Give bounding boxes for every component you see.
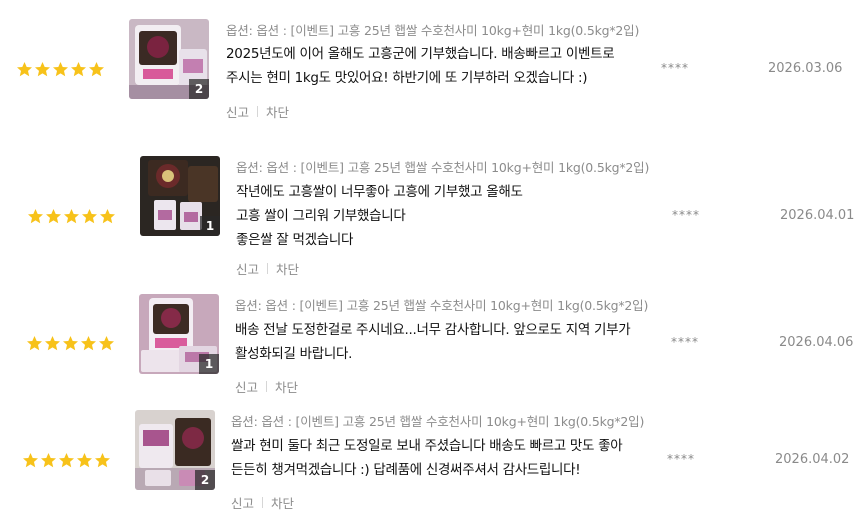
review-photo-thumbnail[interactable]: 1 (140, 156, 220, 236)
review-photo-thumbnail[interactable]: 1 (139, 294, 219, 374)
star-icon (35, 62, 50, 77)
review-photo-thumbnail[interactable]: 2 (135, 410, 215, 490)
photo-count-badge: 2 (195, 470, 215, 490)
block-button[interactable]: 차단 (276, 259, 299, 278)
star-icon (27, 336, 42, 351)
star-icon (41, 453, 56, 468)
star-icon (64, 209, 79, 224)
report-button[interactable]: 신고 (231, 493, 254, 512)
review-line: 활성화되길 바랍니다. (235, 346, 353, 362)
review-text: 2025년도에 이어 올해도 고흥군에 기부했습니다. 배송빠르고 이벤트로 주… (226, 42, 615, 90)
divider (266, 381, 268, 392)
review-option: 옵션: 옵션 : [이벤트] 고흥 25년 햅쌀 수호천사미 10kg+현미 1… (236, 160, 650, 175)
review-text: 배송 전날 도정한걸로 주시네요...너무 감사합니다. 앞으로도 지역 기부가… (235, 318, 631, 366)
review-line: 배송 전날 도정한걸로 주시네요...너무 감사합니다. 앞으로도 지역 기부가 (235, 322, 631, 338)
review-text: 쌀과 현미 둘다 최근 도정일로 보내 주셨습니다 배송도 빠르고 맛도 좋아 … (231, 434, 623, 482)
review-actions: 신고 차단 (231, 493, 294, 512)
review-date: 2026.04.02 (775, 452, 850, 467)
divider (262, 497, 264, 508)
reviewer-id: **** (671, 335, 699, 349)
star-icon (100, 209, 115, 224)
star-icon (81, 336, 96, 351)
review-option: 옵션: 옵션 : [이벤트] 고흥 25년 햅쌀 수호천사미 10kg+현미 1… (231, 414, 645, 429)
star-icon (82, 209, 97, 224)
review-line: 주시는 현미 1kg도 맛있어요! 하반기에 또 기부하러 오겠습니다 :) (226, 70, 588, 86)
report-button[interactable]: 신고 (235, 377, 258, 396)
report-button[interactable]: 신고 (236, 259, 259, 278)
reviewer-id: **** (667, 452, 695, 466)
review-line: 좋은쌀 잘 먹겠습니다 (236, 232, 354, 248)
review-date: 2026.04.06 (779, 335, 854, 350)
block-button[interactable]: 차단 (266, 102, 289, 121)
star-rating (26, 335, 115, 352)
block-button[interactable]: 차단 (271, 493, 294, 512)
star-icon (59, 453, 74, 468)
photo-count-badge: 2 (189, 79, 209, 99)
star-icon (71, 62, 86, 77)
review-line: 고흥 쌀이 그리워 기부했습니다 (236, 208, 406, 224)
star-icon (23, 453, 38, 468)
review-actions: 신고 차단 (235, 377, 298, 396)
star-icon (95, 453, 110, 468)
review-text: 작년에도 고흥쌀이 너무좋아 고흥에 기부했고 올해도 고흥 쌀이 그리워 기부… (236, 180, 523, 252)
reviewer-id: **** (661, 61, 689, 75)
photo-count-badge: 1 (199, 354, 219, 374)
review-option: 옵션: 옵션 : [이벤트] 고흥 25년 햅쌀 수호천사미 10kg+현미 1… (226, 23, 640, 38)
star-icon (28, 209, 43, 224)
review-photo-thumbnail[interactable]: 2 (129, 19, 209, 99)
divider (257, 106, 259, 117)
block-button[interactable]: 차단 (275, 377, 298, 396)
divider (267, 263, 269, 274)
review-line: 든든히 챙겨먹겠습니다 :) 답례품에 신경써주셔서 감사드립니다! (231, 462, 581, 478)
report-button[interactable]: 신고 (226, 102, 249, 121)
review-actions: 신고 차단 (236, 259, 299, 278)
review-actions: 신고 차단 (226, 102, 289, 121)
star-rating (27, 208, 116, 225)
photo-count-badge: 1 (200, 216, 220, 236)
review-date: 2026.04.01 (780, 208, 855, 223)
star-rating (16, 61, 105, 78)
star-icon (17, 62, 32, 77)
star-icon (89, 62, 104, 77)
star-icon (63, 336, 78, 351)
star-icon (45, 336, 60, 351)
reviewer-id: **** (672, 208, 700, 222)
star-icon (99, 336, 114, 351)
review-option: 옵션: 옵션 : [이벤트] 고흥 25년 햅쌀 수호천사미 10kg+현미 1… (235, 298, 649, 313)
star-icon (46, 209, 61, 224)
review-line: 2025년도에 이어 올해도 고흥군에 기부했습니다. 배송빠르고 이벤트로 (226, 46, 615, 62)
star-icon (77, 453, 92, 468)
review-date: 2026.03.06 (768, 61, 843, 76)
star-rating (22, 452, 111, 469)
review-line: 작년에도 고흥쌀이 너무좋아 고흥에 기부했고 올해도 (236, 184, 523, 200)
review-line: 쌀과 현미 둘다 최근 도정일로 보내 주셨습니다 배송도 빠르고 맛도 좋아 (231, 438, 623, 454)
star-icon (53, 62, 68, 77)
